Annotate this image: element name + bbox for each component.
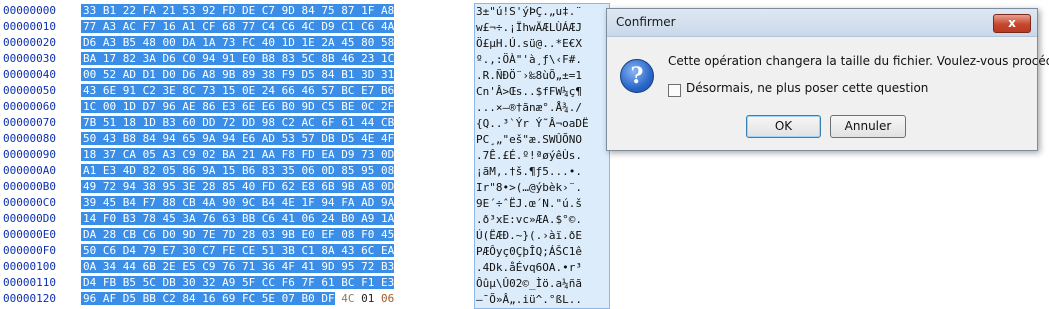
- selected-bytes[interactable]: 43 6E 91 C2 3E 8C 73 15 0E 24 66 46 57 B…: [81, 84, 395, 97]
- selected-bytes[interactable]: 7B 51 18 1D B3 60 DD 72 DD 98 C2 AC 6F 6…: [81, 116, 395, 129]
- hex-row[interactable]: 7B 51 18 1D B3 60 DD 72 DD 98 C2 AC 6F 6…: [81, 115, 467, 131]
- selected-bytes[interactable]: 0A 34 44 6B 2E E5 C9 76 71 36 4F 41 9D 9…: [81, 260, 395, 273]
- selected-bytes[interactable]: 14 F0 B3 78 45 3A 76 63 BB C6 41 06 24 B…: [81, 212, 395, 225]
- hex-byte[interactable]: 06: [381, 292, 394, 305]
- hex-row[interactable]: BA 17 82 3A D6 C0 94 91 E0 B8 83 5C 8B 4…: [81, 51, 467, 67]
- dialog-message: Cette opération changera la taille du fi…: [668, 54, 1049, 68]
- hex-row[interactable]: 1C 00 1D D7 96 AE 86 E3 6E E6 B0 9D C5 B…: [81, 99, 467, 115]
- ascii-row[interactable]: PC¸„"eš"æ.SWÛÕNO: [475, 132, 609, 148]
- selected-bytes[interactable]: 00 52 AD D1 D0 D6 A8 9B 89 38 F9 D5 84 B…: [81, 68, 395, 81]
- selected-bytes[interactable]: A1 E3 4D 82 05 86 9A 15 B6 83 35 06 0D 8…: [81, 164, 395, 177]
- ascii-row[interactable]: .ð³xE:vc»ÆA.$°©.: [475, 212, 609, 228]
- ascii-row[interactable]: Cn'Â>Œs..$fFW¼ç¶: [475, 84, 609, 100]
- dialog-titlebar[interactable]: Confirmer x: [607, 9, 1037, 37]
- selected-bytes[interactable]: 49 72 94 38 95 3E 28 85 40 FD 62 E8 6B 9…: [81, 180, 395, 193]
- offset-label: 00000060: [3, 100, 56, 113]
- hex-bytes-column[interactable]: 33 B1 22 FA 21 53 92 FD DE C7 9D 84 75 8…: [81, 3, 467, 307]
- hex-row[interactable]: A1 E3 4D 82 05 86 9A 15 B6 83 35 06 0D 8…: [81, 163, 467, 179]
- ascii-row[interactable]: Ú(ËÆÐ.~}(.›àï.ðE: [475, 228, 609, 244]
- ok-button[interactable]: OK: [746, 115, 821, 138]
- close-button[interactable]: x: [993, 14, 1031, 33]
- ascii-column[interactable]: 3±"ú!S'ýÞÇ.„u‡.¨ w£¬÷.¡ÏhwÄÆLÙÁÆJ Ö£µH.Ú…: [474, 3, 610, 309]
- offset-column: 00000000 00000010 00000020 00000030 0000…: [0, 3, 76, 307]
- ascii-row[interactable]: 3±"ú!S'ýÞÇ.„u‡.¨: [475, 4, 609, 20]
- ascii-row[interactable]: Ir"8•>(…@ýbèk›¨.: [475, 180, 609, 196]
- hex-row[interactable]: 0A 34 44 6B 2E E5 C9 76 71 36 4F 41 9D 9…: [81, 259, 467, 275]
- ascii-row[interactable]: .4Dk.åÉvq6OA.•r³: [475, 260, 609, 276]
- ascii-row[interactable]: º.‚:ÖÀ"'à¸ƒ\‹F#.: [475, 52, 609, 68]
- ascii-row[interactable]: w£¬÷.¡ÏhwÄÆLÙÁÆJ: [475, 20, 609, 36]
- selected-bytes[interactable]: 1C 00 1D D7 96 AE 86 E3 6E E6 B0 9D C5 B…: [81, 100, 395, 113]
- selected-bytes[interactable]: 77 A3 AC F7 16 A1 CF 68 77 C4 C6 4C D9 C…: [81, 20, 395, 33]
- hex-row[interactable]: D6 A3 B5 48 00 DA 1A 73 FC 40 1D 1E 2A 4…: [81, 35, 467, 51]
- close-icon: x: [1008, 16, 1016, 30]
- ascii-row[interactable]: ...×–®†ãnæ°.Å¾./: [475, 100, 609, 116]
- confirm-dialog: Confirmer x ? Cette opération changera l…: [606, 8, 1049, 152]
- offset-label: 00000050: [3, 84, 56, 97]
- hex-byte[interactable]: 4C: [341, 292, 354, 305]
- ascii-row[interactable]: –¯Õ»Â„.iü^.°ßL..: [475, 292, 609, 308]
- offset-label: 00000030: [3, 52, 56, 65]
- dialog-title: Confirmer: [616, 15, 676, 29]
- hex-byte[interactable]: 01: [361, 292, 374, 305]
- hex-row[interactable]: 50 43 B8 84 94 65 9A 94 E6 AD 53 57 DB D…: [81, 131, 467, 147]
- question-icon: ?: [620, 59, 654, 93]
- hex-row[interactable]: DA 28 CB C6 D0 9D 7E 7D 28 03 9B E0 EF 0…: [81, 227, 467, 243]
- dont-ask-checkbox[interactable]: [668, 84, 681, 97]
- offset-label: 00000010: [3, 20, 56, 33]
- selected-bytes[interactable]: 50 43 B8 84 94 65 9A 94 E6 AD 53 57 DB D…: [81, 132, 395, 145]
- offset-label: 00000080: [3, 132, 56, 145]
- selected-bytes[interactable]: D4 FB B5 5C DB 30 32 A9 5F CC F6 7F 61 B…: [81, 276, 395, 289]
- hex-row[interactable]: 18 37 CA 05 A3 C9 02 BA 21 AA F8 FD EA D…: [81, 147, 467, 163]
- hex-row[interactable]: 96 AF D5 BB C2 84 16 69 FC 5E 07 B0 DF 4…: [81, 291, 467, 307]
- offset-label: 00000020: [3, 36, 56, 49]
- offset-label: 000000F0: [3, 244, 56, 257]
- selected-bytes[interactable]: DA 28 CB C6 D0 9D 7E 7D 28 03 9B E0 EF 0…: [81, 228, 395, 241]
- hex-row[interactable]: 39 45 B4 F7 88 CB 4A 90 9C B4 4E 1F 94 F…: [81, 195, 467, 211]
- ascii-row[interactable]: 9E´÷ˆËJ.œ´N."ú.š: [475, 196, 609, 212]
- offset-label: 00000110: [3, 276, 56, 289]
- hex-row[interactable]: 49 72 94 38 95 3E 28 85 40 FD 62 E8 6B 9…: [81, 179, 467, 195]
- hex-row[interactable]: D4 FB B5 5C DB 30 32 A9 5F CC F6 7F 61 B…: [81, 275, 467, 291]
- hex-row[interactable]: 43 6E 91 C2 3E 8C 73 15 0E 24 66 46 57 B…: [81, 83, 467, 99]
- ascii-row[interactable]: .7Ê.£É.º!ªøýêÙs.: [475, 148, 609, 164]
- ascii-row[interactable]: .R.ÑÐÖ¨›‰8ùÕ„±=1: [475, 68, 609, 84]
- offset-label: 00000120: [3, 292, 56, 305]
- hex-row[interactable]: 00 52 AD D1 D0 D6 A8 9B 89 38 F9 D5 84 B…: [81, 67, 467, 83]
- ascii-row[interactable]: ¡ãM‚.†š.¶ƒ5...•.: [475, 164, 609, 180]
- selected-bytes[interactable]: 33 B1 22 FA 21 53 92 FD DE C7 9D 84 75 8…: [81, 4, 395, 17]
- hex-row[interactable]: 14 F0 B3 78 45 3A 76 63 BB C6 41 06 24 B…: [81, 211, 467, 227]
- unselected-bytes[interactable]: 4C 01 06: [335, 292, 394, 305]
- selected-bytes[interactable]: D6 A3 B5 48 00 DA 1A 73 FC 40 1D 1E 2A 4…: [81, 36, 395, 49]
- hex-row[interactable]: 33 B1 22 FA 21 53 92 FD DE C7 9D 84 75 8…: [81, 3, 467, 19]
- ascii-row[interactable]: {Q..³`Ýr Ý˜Â¬oaDË: [475, 116, 609, 132]
- ascii-row[interactable]: Ö£µH.Ú.sü@..*E€X: [475, 36, 609, 52]
- offset-label: 000000B0: [3, 180, 56, 193]
- hex-row[interactable]: 77 A3 AC F7 16 A1 CF 68 77 C4 C6 4C D9 C…: [81, 19, 467, 35]
- cancel-button[interactable]: Annuler: [830, 115, 906, 138]
- dialog-body: ? Cette opération changera la taille du …: [607, 37, 1049, 152]
- hex-row[interactable]: 50 C6 D4 79 E7 30 C7 FE CE 51 3B C1 8A 4…: [81, 243, 467, 259]
- offset-label: 00000000: [3, 4, 56, 17]
- offset-label: 00000100: [3, 260, 56, 273]
- offset-label: 000000C0: [3, 196, 56, 209]
- selected-bytes[interactable]: BA 17 82 3A D6 C0 94 91 E0 B8 83 5C 8B 4…: [81, 52, 395, 65]
- selected-bytes[interactable]: 18 37 CA 05 A3 C9 02 BA 21 AA F8 FD EA D…: [81, 148, 395, 161]
- offset-label: 000000E0: [3, 228, 56, 241]
- dont-ask-label[interactable]: Désormais, ne plus poser cette question: [686, 81, 928, 95]
- offset-label: 00000040: [3, 68, 56, 81]
- selected-bytes[interactable]: 96 AF D5 BB C2 84 16 69 FC 5E 07 B0 DF: [81, 292, 335, 305]
- ascii-row[interactable]: Ôûµ\Û02©_Ìö.a¼ñã: [475, 276, 609, 292]
- offset-label: 00000090: [3, 148, 56, 161]
- ascii-row[interactable]: PÆÔyç0ÇþÎQ;ÁŠC1ê: [475, 244, 609, 260]
- selected-bytes[interactable]: 39 45 B4 F7 88 CB 4A 90 9C B4 4E 1F 94 F…: [81, 196, 395, 209]
- selected-bytes[interactable]: 50 C6 D4 79 E7 30 C7 FE CE 51 3B C1 8A 4…: [81, 244, 395, 257]
- offset-label: 000000D0: [3, 212, 56, 225]
- offset-label: 00000070: [3, 116, 56, 129]
- offset-label: 000000A0: [3, 164, 56, 177]
